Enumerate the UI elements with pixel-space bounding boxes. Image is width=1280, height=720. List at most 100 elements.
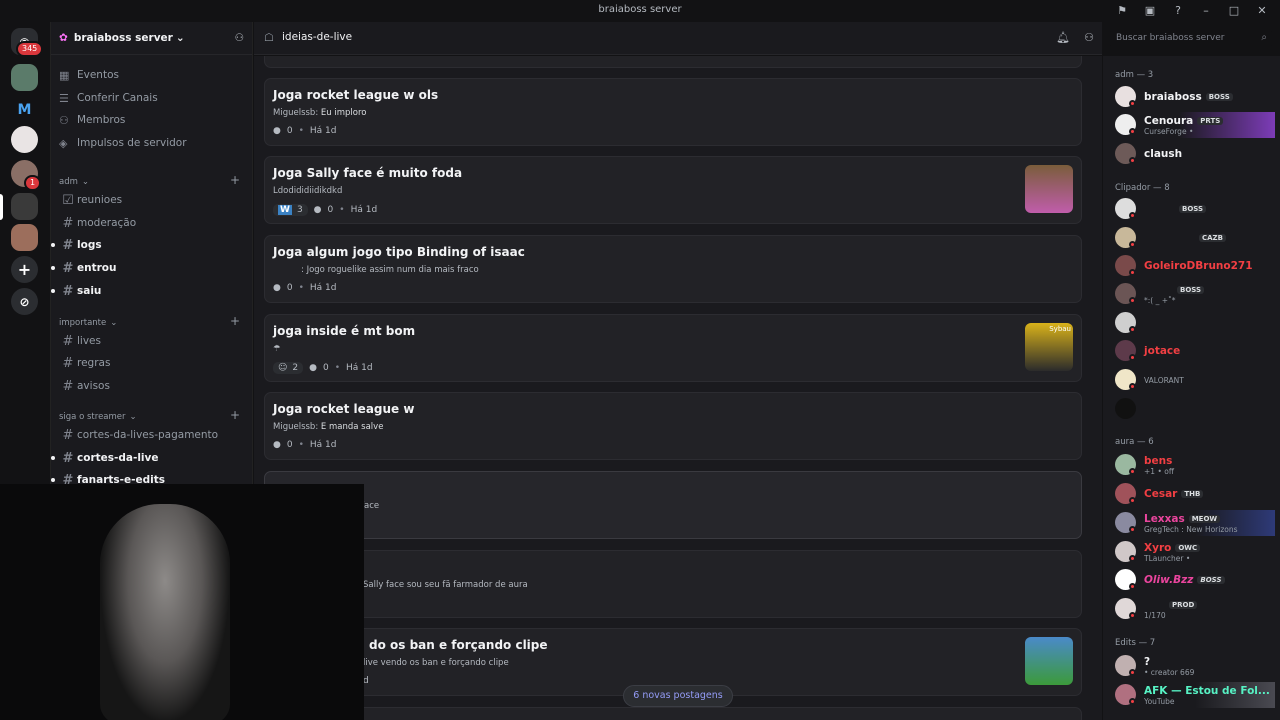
help-icon[interactable]: ? [1170, 3, 1186, 19]
server-icon-3[interactable] [11, 126, 38, 153]
comment-icon: ● [273, 126, 281, 136]
post-card-partial[interactable] [264, 56, 1082, 68]
browse-icon: ☰ [59, 91, 69, 105]
channel-reunioes[interactable]: ☑ reunioes [59, 190, 122, 210]
smile-emoji-icon: ☺ [278, 363, 288, 373]
post-thumbnail[interactable] [1025, 637, 1073, 685]
member-list: adm — 3 braiaboss BOSS Cenoura PRTS CurseFo… [1103, 56, 1280, 720]
member-item[interactable]: BOSS *:( _ +˚* [1115, 281, 1275, 307]
post-card[interactable]: Sally face sou seu fã farmador de aura [264, 550, 1082, 618]
channel-cortes-pagamento[interactable]: # cortes-da-lives-pagamento [59, 425, 219, 445]
member-item[interactable]: AFK — Estou de Fol... YouTube [1115, 682, 1275, 708]
member-item[interactable]: GoleiroDBruno271 [1115, 253, 1275, 279]
member-item[interactable]: Cenoura PRTS CurseForge • [1115, 112, 1275, 138]
reaction[interactable]: W3 [273, 204, 308, 216]
server-name: braiaboss server [73, 32, 173, 44]
member-item[interactable]: Oliw.Bzz BOSS [1115, 567, 1275, 593]
channel-regras[interactable]: # regras [59, 353, 111, 373]
member-item[interactable]: ? • creator 669 [1115, 653, 1275, 679]
minimize-icon[interactable]: – [1198, 3, 1214, 19]
nav-eventos[interactable]: ▦ Eventos [59, 65, 119, 85]
forum-icon: ☖ [264, 31, 274, 44]
member-item[interactable]: braiaboss BOSS [1115, 84, 1275, 110]
server-icon-1[interactable] [11, 64, 38, 91]
nav-membros[interactable]: ⚇ Membros [59, 110, 125, 130]
channel-header: ☖ ideias-de-live 🔔︎ ⚇ [254, 22, 1102, 55]
chevron-down-icon: ⌄ [110, 318, 118, 328]
nav-conferir-canais[interactable]: ☰ Conferir Canais [59, 88, 158, 108]
hash-icon: # [62, 355, 74, 371]
server-boost-icon: ✿ [59, 32, 68, 44]
screen-icon[interactable]: ▣ [1142, 3, 1158, 19]
inbox-flag-icon[interactable]: ⚑ [1114, 3, 1130, 19]
category-siga-o-streamer[interactable]: siga o streamer ⌄ [59, 412, 137, 422]
nav-impulsos[interactable]: ◈ Impulsos de servidor [59, 133, 187, 153]
channel-moderacao[interactable]: # moderação [59, 213, 137, 233]
server-icon-m[interactable]: M [11, 96, 38, 123]
w-emoji-icon: W [278, 205, 292, 215]
comment-icon: ● [273, 440, 281, 450]
member-item[interactable] [1115, 310, 1275, 336]
member-list-icon[interactable]: ⚇ [1084, 31, 1094, 44]
comment-icon: ● [309, 363, 317, 373]
server-badge: 1 [24, 175, 42, 191]
post-card-hovered[interactable]: face [264, 471, 1082, 539]
close-icon[interactable]: ✕ [1254, 3, 1270, 19]
add-channel-icon[interactable]: + [230, 173, 240, 187]
category-adm[interactable]: adm ⌄ [59, 177, 89, 187]
discover-icon[interactable]: ⊘ [11, 288, 38, 315]
post-card[interactable]: Joga algum jogo tipo Binding of isaac : … [264, 235, 1082, 303]
category-importante[interactable]: importante ⌄ [59, 318, 117, 328]
new-posts-button[interactable]: 6 novas postagens [623, 685, 733, 707]
add-channel-icon[interactable]: + [230, 408, 240, 422]
server-icon-braiaboss[interactable] [11, 193, 38, 220]
channel-lives[interactable]: # lives [59, 331, 101, 351]
hash-icon: # [62, 378, 74, 394]
post-card[interactable]: Joga rocket league w ols Miguelssb: Eu i… [264, 78, 1082, 146]
calendar-icon: ▦ [59, 68, 70, 82]
member-item[interactable]: VALORANT [1115, 367, 1275, 393]
hash-icon: # [62, 237, 74, 253]
member-item[interactable]: Xyro OWC TLauncher • [1115, 539, 1275, 565]
member-item[interactable]: PROD 1/170 [1115, 596, 1275, 622]
member-item[interactable]: Lexxas MEOW GregTech : New Horizons [1115, 510, 1275, 536]
boost-icon: ◈ [59, 136, 68, 150]
server-icon-6[interactable] [11, 224, 38, 251]
server-header[interactable]: ✿ braiaboss server ⌄ ⚇ [51, 22, 252, 55]
add-server-icon[interactable]: + [11, 256, 38, 283]
channel-entrou[interactable]: # entrou [51, 258, 116, 278]
post-card-partial[interactable] [264, 707, 1082, 720]
member-item[interactable]: bens +1 • off [1115, 452, 1275, 478]
window-title: braiaboss server [598, 4, 682, 15]
search-input[interactable]: Buscar braiaboss server ⌕ [1110, 29, 1272, 48]
webcam-overlay [0, 484, 364, 720]
member-item[interactable]: jotace [1115, 338, 1275, 364]
forum-feed: Joga rocket league w ols Miguelssb: Eu i… [254, 56, 1102, 720]
member-item[interactable] [1115, 396, 1275, 422]
active-pill [0, 194, 3, 220]
channel-saiu[interactable]: # saiu [51, 281, 101, 301]
add-channel-icon[interactable]: + [230, 314, 240, 328]
channel-cortes-da-live[interactable]: # cortes-da-live [51, 448, 159, 468]
chevron-down-icon: ⌄ [175, 32, 185, 44]
post-thumbnail[interactable] [1025, 165, 1073, 213]
channel-avisos[interactable]: # avisos [59, 376, 110, 396]
post-card[interactable]: Joga rocket league w Miguelssb: E manda … [264, 392, 1082, 460]
post-card[interactable]: Joga Sally face é muito foda Ldodididiid… [264, 156, 1082, 224]
title-bar: braiaboss server ⚑ ▣ ? – □ ✕ [0, 0, 1280, 22]
member-item[interactable]: Cesar THB [1115, 481, 1275, 507]
post-card[interactable]: joga inside é mt bom ☂ ☺ 2 ● 0 • Há 1d Sybau [264, 314, 1082, 382]
comment-icon: ● [313, 205, 322, 215]
member-item[interactable]: BOSS [1115, 196, 1275, 222]
channel-name: ideias-de-live [282, 31, 353, 43]
channel-logs[interactable]: # logs [51, 235, 102, 255]
member-item[interactable]: CAZB [1115, 225, 1275, 251]
invite-icon[interactable]: ⚇ [235, 32, 244, 44]
maximize-icon[interactable]: □ [1226, 3, 1242, 19]
member-item[interactable]: claush [1115, 141, 1275, 167]
post-thumbnail[interactable]: Sybau [1025, 323, 1073, 371]
bell-icon[interactable]: 🔔︎ [1056, 31, 1070, 44]
reaction[interactable]: ☺ 2 [273, 362, 304, 374]
comment-icon: ● [273, 283, 281, 293]
hash-icon: # [62, 427, 74, 443]
